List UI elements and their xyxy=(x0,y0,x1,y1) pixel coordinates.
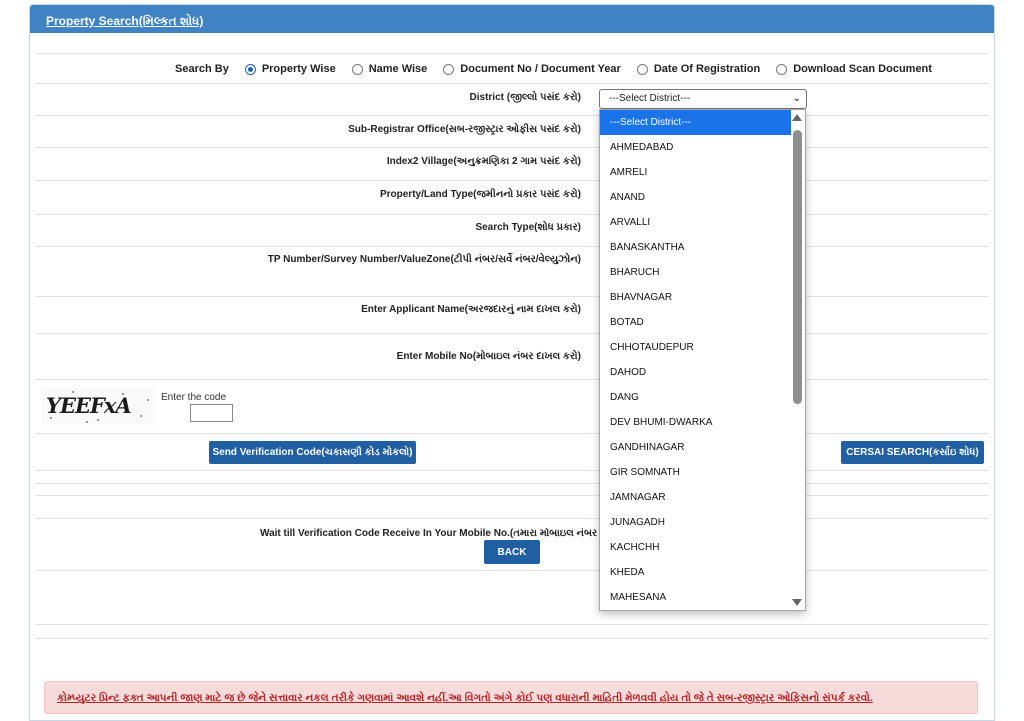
captcha-text: YEEFxA xyxy=(46,393,132,418)
send-verification-code-button[interactable]: Send Verification Code(ચકાસણી કોડ મોકલો) xyxy=(209,441,416,464)
district-option[interactable]: DANG xyxy=(600,385,792,410)
divider xyxy=(35,147,989,148)
captcha-noise xyxy=(140,415,142,417)
district-option[interactable]: JAMNAGAR xyxy=(600,485,792,510)
district-option[interactable]: ANAND xyxy=(600,185,792,210)
divider xyxy=(35,115,989,116)
divider xyxy=(35,624,989,625)
district-option[interactable]: KHEDA xyxy=(600,560,792,585)
district-dropdown-list[interactable]: ---Select District--- AHMEDABAD AMRELI A… xyxy=(599,109,806,611)
captcha-noise xyxy=(50,417,52,419)
back-button[interactable]: BACK xyxy=(484,540,540,564)
scroll-down-arrow-icon[interactable] xyxy=(792,599,802,606)
property-type-label: Property/Land Type(જમીનનો પ્રકાર પસંદ કર… xyxy=(379,189,581,200)
divider xyxy=(35,214,989,215)
district-select[interactable]: ---Select District--- ⌄ xyxy=(599,89,807,109)
district-option[interactable]: BHAVNAGAR xyxy=(600,285,792,310)
disclaimer-notice[interactable]: કોમ્પ્યુટર પ્રિન્ટ ફક્ત આપની જાણ માટે જ … xyxy=(44,681,978,714)
district-option[interactable]: BHARUCH xyxy=(600,260,792,285)
district-options: ---Select District--- AHMEDABAD AMRELI A… xyxy=(600,110,792,610)
district-option[interactable]: JUNAGADH xyxy=(600,510,792,535)
divider xyxy=(35,470,989,471)
district-option[interactable]: GIR SOMNATH xyxy=(600,460,792,485)
divider xyxy=(35,379,989,380)
captcha-noise xyxy=(122,393,124,395)
chevron-down-icon: ⌄ xyxy=(792,93,801,104)
radio-icon[interactable] xyxy=(351,63,363,75)
search-type-label: Search Type(શોધ પ્રકાર) xyxy=(475,222,581,233)
district-option[interactable]: DEV BHUMI-DWARKA xyxy=(600,410,792,435)
captcha-noise xyxy=(72,391,74,393)
mobile-label: Enter Mobile No(મોબાઇલ નંબર દાખલ કરો) xyxy=(396,351,581,362)
district-option[interactable]: AMRELI xyxy=(600,160,792,185)
district-option[interactable]: ARVALLI xyxy=(600,210,792,235)
wait-message: Wait till Verification Code Receive In Y… xyxy=(260,528,600,539)
divider xyxy=(35,638,989,639)
search-by-row: Search By Property Wise Name Wise Docume… xyxy=(30,63,994,75)
panel-header: Property Search(મિલ્કત શોધ) xyxy=(30,5,994,33)
enter-code-label: Enter the code xyxy=(161,392,227,403)
radio-icon-checked[interactable] xyxy=(244,63,256,75)
captcha-noise xyxy=(86,421,88,423)
divider xyxy=(35,246,989,247)
property-search-panel: Property Search(મિલ્કત શોધ) Search By Pr… xyxy=(29,4,995,721)
divider xyxy=(35,83,989,84)
captcha-noise xyxy=(147,399,149,401)
panel-title[interactable]: Property Search(મિલ્કત શોધ) xyxy=(46,14,203,28)
radio-name-wise[interactable]: Name Wise xyxy=(351,63,427,75)
district-option[interactable]: BANASKANTHA xyxy=(600,235,792,260)
sro-label: Sub-Registrar Office(સબ-રજીસ્ટ્રાર ઓફીસ … xyxy=(348,124,581,135)
radio-property-wise[interactable]: Property Wise xyxy=(244,63,336,75)
district-label: District (જીલ્લો પસંદ કરો) xyxy=(469,92,581,103)
tp-number-label: TP Number/Survey Number/ValueZone(ટીપી ન… xyxy=(267,254,581,265)
district-option[interactable]: DAHOD xyxy=(600,360,792,385)
district-option[interactable]: BOTAD xyxy=(600,310,792,335)
dropdown-scrollbar[interactable] xyxy=(791,110,805,610)
divider xyxy=(35,296,989,297)
radio-download-scan[interactable]: Download Scan Document xyxy=(776,63,932,75)
divider xyxy=(35,570,989,571)
divider xyxy=(35,433,989,434)
divider xyxy=(35,180,989,181)
district-option[interactable]: MAHESANA xyxy=(600,585,792,610)
radio-date-of-registration[interactable]: Date Of Registration xyxy=(636,63,760,75)
cersai-search-button[interactable]: CERSAI SEARCH(કર્સાઇ શોધ) xyxy=(841,441,984,464)
district-option-selected[interactable]: ---Select District--- xyxy=(600,110,792,135)
village-label: Index2 Village(અનુક્રમણિકા 2 ગામ પસંદ કર… xyxy=(386,156,581,167)
district-option[interactable]: AHMEDABAD xyxy=(600,135,792,160)
divider xyxy=(35,483,989,484)
district-option[interactable]: GANDHINAGAR xyxy=(600,435,792,460)
captcha-noise xyxy=(97,419,99,421)
divider xyxy=(35,518,989,519)
scroll-up-arrow-icon[interactable] xyxy=(792,114,802,121)
scroll-thumb[interactable] xyxy=(793,130,802,404)
applicant-name-label: Enter Applicant Name(અરજદારનું નામ દાખલ … xyxy=(361,304,581,315)
radio-icon[interactable] xyxy=(776,63,788,75)
captcha-input[interactable] xyxy=(190,404,233,422)
divider xyxy=(35,333,989,334)
district-option[interactable]: CHHOTAUDEPUR xyxy=(600,335,792,360)
divider xyxy=(35,495,989,496)
radio-icon[interactable] xyxy=(443,63,455,75)
captcha-image: YEEFxA xyxy=(42,387,155,425)
radio-document-no[interactable]: Document No / Document Year xyxy=(443,63,621,75)
district-option[interactable]: KACHCHH xyxy=(600,535,792,560)
search-by-label: Search By xyxy=(175,63,229,75)
radio-icon[interactable] xyxy=(636,63,648,75)
district-select-value: ---Select District--- xyxy=(609,93,691,104)
divider xyxy=(35,53,989,54)
